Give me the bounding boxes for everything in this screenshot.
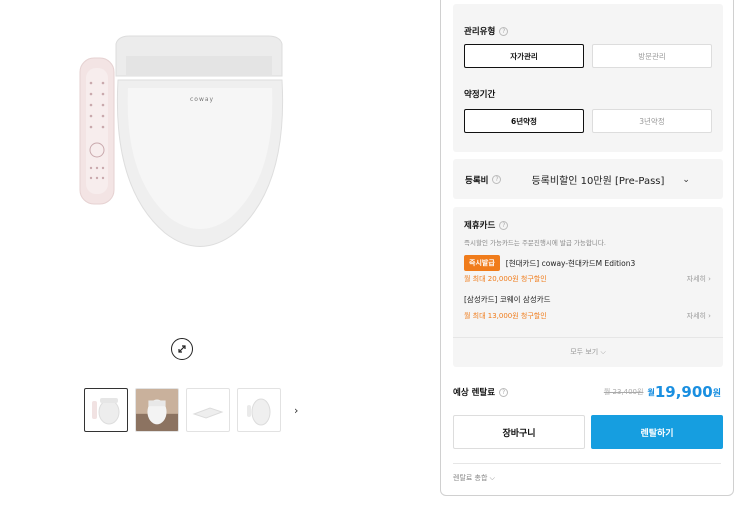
contract-period-options: 6년약정 3년약정 bbox=[464, 109, 712, 133]
card-item-samsung[interactable]: [삼성카드] 코웨이 삼성카드 bbox=[464, 294, 551, 305]
product-main-image: coway bbox=[70, 28, 300, 268]
partner-card-label: 제휴카드 ? bbox=[464, 219, 509, 231]
registration-fee-section[interactable]: 등록비 ? 등록비할인 10만원 [Pre-Pass] ⌄ bbox=[453, 159, 723, 199]
partner-card-description: 즉시할인 가능카드는 주문진행시에 발급 가능합니다. bbox=[464, 239, 606, 247]
options-section: 관리유형 ? 자가관리 방문관리 약정기간 6년약정 3년약정 bbox=[453, 4, 723, 152]
chevron-down-icon[interactable]: ⌄ bbox=[682, 175, 690, 185]
card-name: [삼성카드] 코웨이 삼성카드 bbox=[464, 295, 551, 304]
card-detail-link[interactable]: 자세히 › bbox=[687, 311, 711, 321]
option-3-year[interactable]: 3년약정 bbox=[592, 109, 712, 133]
card-item-hyundai[interactable]: 즉시발급 [현대카드] coway-현대카드M Edition3 bbox=[464, 255, 635, 271]
original-price: 월 23,400원 bbox=[603, 388, 644, 396]
option-6-year[interactable]: 6년약정 bbox=[464, 109, 584, 133]
thumbnail-3[interactable] bbox=[186, 388, 230, 432]
thumbnail-4[interactable] bbox=[237, 388, 281, 432]
card-discount: 월 최대 13,000원 청구할인 bbox=[464, 312, 547, 320]
card-discount: 월 최대 20,000원 청구할인 bbox=[464, 275, 547, 283]
card-detail-link[interactable]: 자세히 › bbox=[687, 274, 711, 284]
add-to-cart-button[interactable]: 장바구니 bbox=[453, 415, 585, 449]
option-visit-managed[interactable]: 방문관리 bbox=[592, 44, 712, 68]
partner-card-section: 제휴카드 ? 즉시할인 가능카드는 주문진행시에 발급 가능합니다. 즉시발급 … bbox=[453, 207, 723, 367]
action-buttons: 장바구니 렌탈하기 bbox=[453, 415, 723, 449]
rental-total-toggle[interactable]: 렌탈료 총합 ⌵ bbox=[453, 473, 495, 483]
divider bbox=[453, 337, 723, 338]
price-prefix: 월 bbox=[647, 387, 655, 397]
registration-fee-label: 등록비 ? bbox=[465, 174, 502, 186]
divider bbox=[453, 463, 721, 464]
expand-icon bbox=[178, 345, 186, 353]
management-type-options: 자가관리 방문관리 bbox=[464, 44, 712, 68]
zoom-button[interactable] bbox=[171, 338, 193, 360]
instant-issue-badge: 즉시발급 bbox=[464, 255, 500, 271]
info-icon[interactable]: ? bbox=[499, 26, 509, 36]
info-icon[interactable]: ? bbox=[499, 387, 509, 397]
rent-now-button[interactable]: 렌탈하기 bbox=[591, 415, 723, 449]
brand-logo: coway bbox=[190, 96, 215, 103]
sale-price: 19,900 bbox=[654, 383, 713, 401]
thumbnail-next-button[interactable]: › bbox=[294, 404, 298, 417]
thumbnail-strip: › bbox=[84, 388, 298, 432]
see-all-cards-button[interactable]: 모두 보기 ⌵ bbox=[453, 347, 723, 357]
purchase-panel: 관리유형 ? 자가관리 방문관리 약정기간 6년약정 3년약정 등록비 ? 등록… bbox=[440, 0, 734, 496]
option-self-managed[interactable]: 자가관리 bbox=[464, 44, 584, 68]
rental-price-label: 예상 렌탈료 ? bbox=[453, 386, 509, 398]
info-icon[interactable]: ? bbox=[499, 220, 509, 230]
contract-period-label: 약정기간 bbox=[464, 90, 496, 100]
price-unit: 원 bbox=[712, 388, 721, 399]
rental-price-row: 예상 렌탈료 ? 월 23,400원 월 19,900 원 bbox=[453, 383, 721, 401]
card-name: [현대카드] coway-현대카드M Edition3 bbox=[505, 258, 636, 268]
registration-fee-value: 등록비할인 10만원 [Pre-Pass] bbox=[531, 176, 665, 187]
management-type-label: 관리유형 ? bbox=[464, 25, 509, 37]
info-icon[interactable]: ? bbox=[492, 175, 502, 184]
thumbnail-2[interactable] bbox=[135, 388, 179, 432]
thumbnail-1[interactable] bbox=[84, 388, 128, 432]
product-detail-page: coway › 관리유형 ? 자가관리 방문관리 약정기간 6년약정 3년약정 … bbox=[0, 0, 743, 509]
